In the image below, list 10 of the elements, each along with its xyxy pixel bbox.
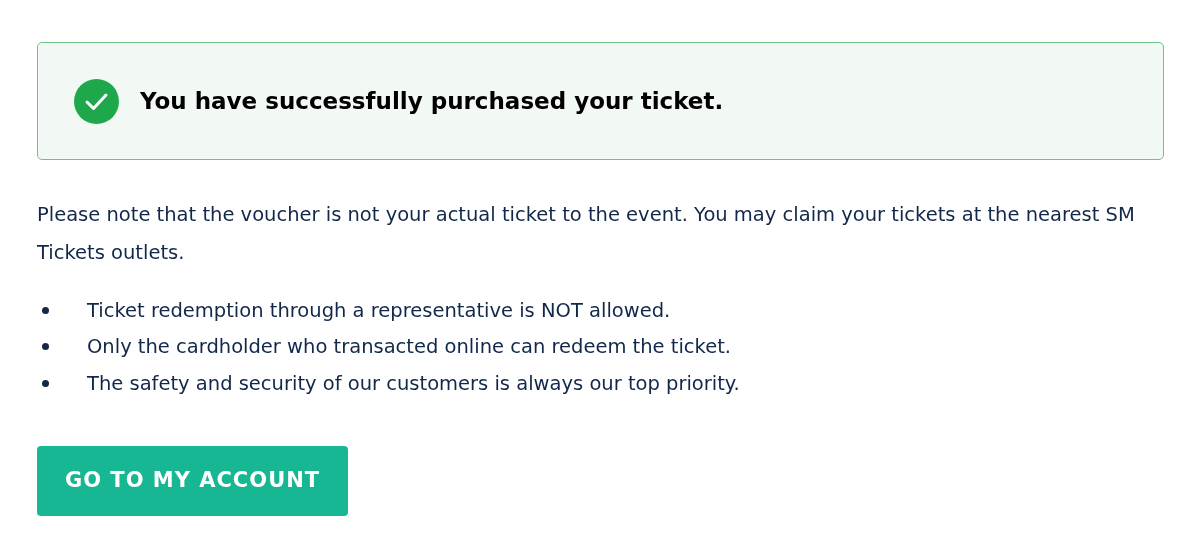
bullet-text: Only the cardholder who transacted online can redeem the ticket. xyxy=(87,334,732,361)
note-text: Please note that the voucher is not your actual ticket to the event. You may claim your tickets at the nearest SM Tickets outlets. xyxy=(37,202,1136,266)
bullet-text: The safety and security of our customers is always our top priority. xyxy=(87,370,740,397)
account-button[interactable]: GO TO MY ACCOUNT xyxy=(37,445,348,516)
bullet-icon xyxy=(42,343,49,351)
bullet-text: Ticket redemption through a representative is NOT allowed. xyxy=(87,297,671,324)
bullet-icon xyxy=(42,379,49,387)
success-message: You have successfully purchased your ticket. xyxy=(140,86,724,116)
bullet-icon xyxy=(42,306,49,314)
check-circle-icon xyxy=(74,78,119,124)
